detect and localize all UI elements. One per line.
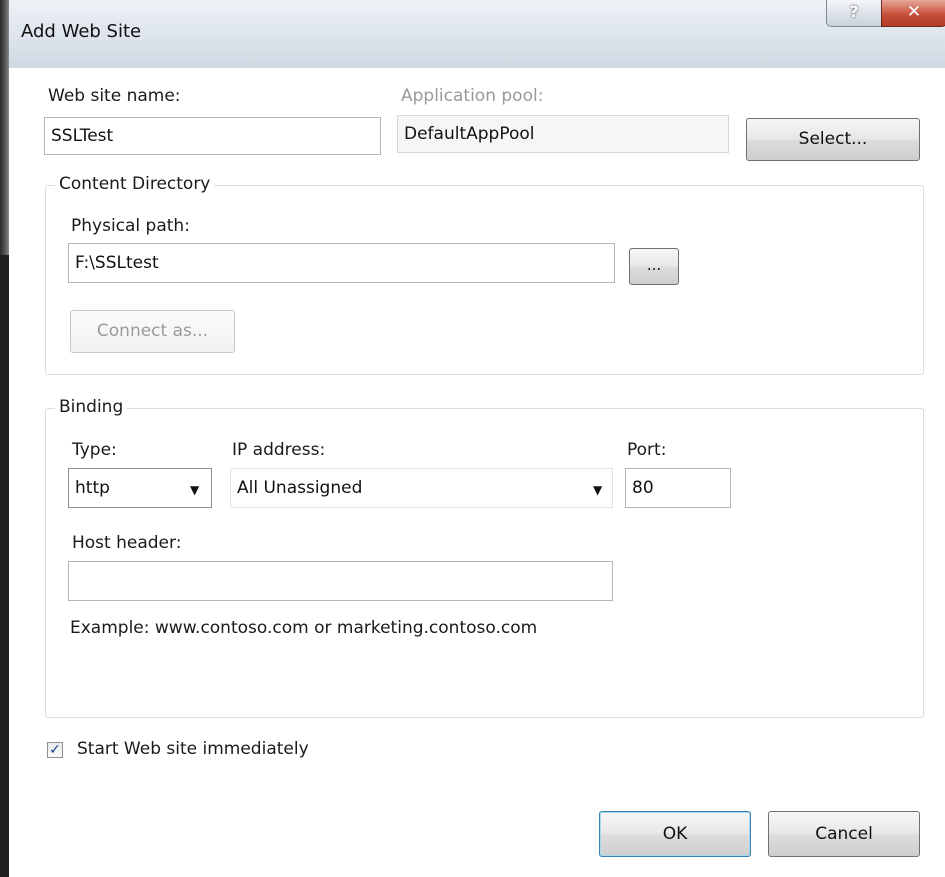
close-icon: ✕	[906, 2, 922, 22]
chevron-down-icon: ▼	[593, 483, 603, 497]
application-pool-field: DefaultAppPool	[397, 115, 729, 153]
ip-address-select-value: All Unassigned	[237, 478, 363, 498]
content-directory-title: Content Directory	[55, 174, 215, 194]
checkmark-icon: ✓	[49, 742, 61, 758]
dialog-client-area: Web site name: SSLTest Application pool:…	[19, 68, 945, 877]
binding-title: Binding	[55, 397, 128, 417]
chevron-down-icon: ▼	[190, 483, 200, 497]
ip-address-label: IP address:	[232, 440, 326, 460]
physical-path-input[interactable]: F:\SSLtest	[68, 243, 615, 283]
type-select[interactable]: http ▼	[68, 468, 212, 508]
connect-as-button[interactable]: Connect as...	[70, 310, 235, 353]
application-pool-label: Application pool:	[401, 86, 544, 106]
port-label: Port:	[627, 440, 667, 460]
window-title: Add Web Site	[21, 21, 142, 42]
browse-path-button[interactable]: ...	[629, 248, 679, 285]
start-immediately-checkbox[interactable]: ✓	[47, 742, 63, 758]
help-icon: ?	[849, 2, 859, 21]
cancel-button[interactable]: Cancel	[768, 811, 920, 857]
window-frame-shadow	[0, 255, 9, 877]
select-app-pool-button[interactable]: Select...	[746, 118, 920, 161]
host-header-label: Host header:	[72, 533, 182, 553]
help-button[interactable]: ?	[826, 0, 882, 27]
ok-button[interactable]: OK	[599, 811, 751, 857]
host-header-input[interactable]	[68, 561, 613, 601]
type-select-value: http	[75, 478, 110, 498]
close-button[interactable]: ✕	[881, 0, 945, 27]
ip-address-select[interactable]: All Unassigned ▼	[230, 468, 613, 508]
web-site-name-input[interactable]: SSLTest	[44, 117, 381, 155]
title-bar: Add Web Site ? ✕	[9, 0, 945, 68]
physical-path-label: Physical path:	[71, 216, 190, 236]
port-input[interactable]: 80	[625, 468, 731, 508]
type-label: Type:	[72, 440, 117, 460]
start-immediately-label: Start Web site immediately	[77, 739, 309, 759]
web-site-name-label: Web site name:	[48, 86, 181, 106]
host-header-example: Example: www.contoso.com or marketing.co…	[70, 618, 538, 638]
